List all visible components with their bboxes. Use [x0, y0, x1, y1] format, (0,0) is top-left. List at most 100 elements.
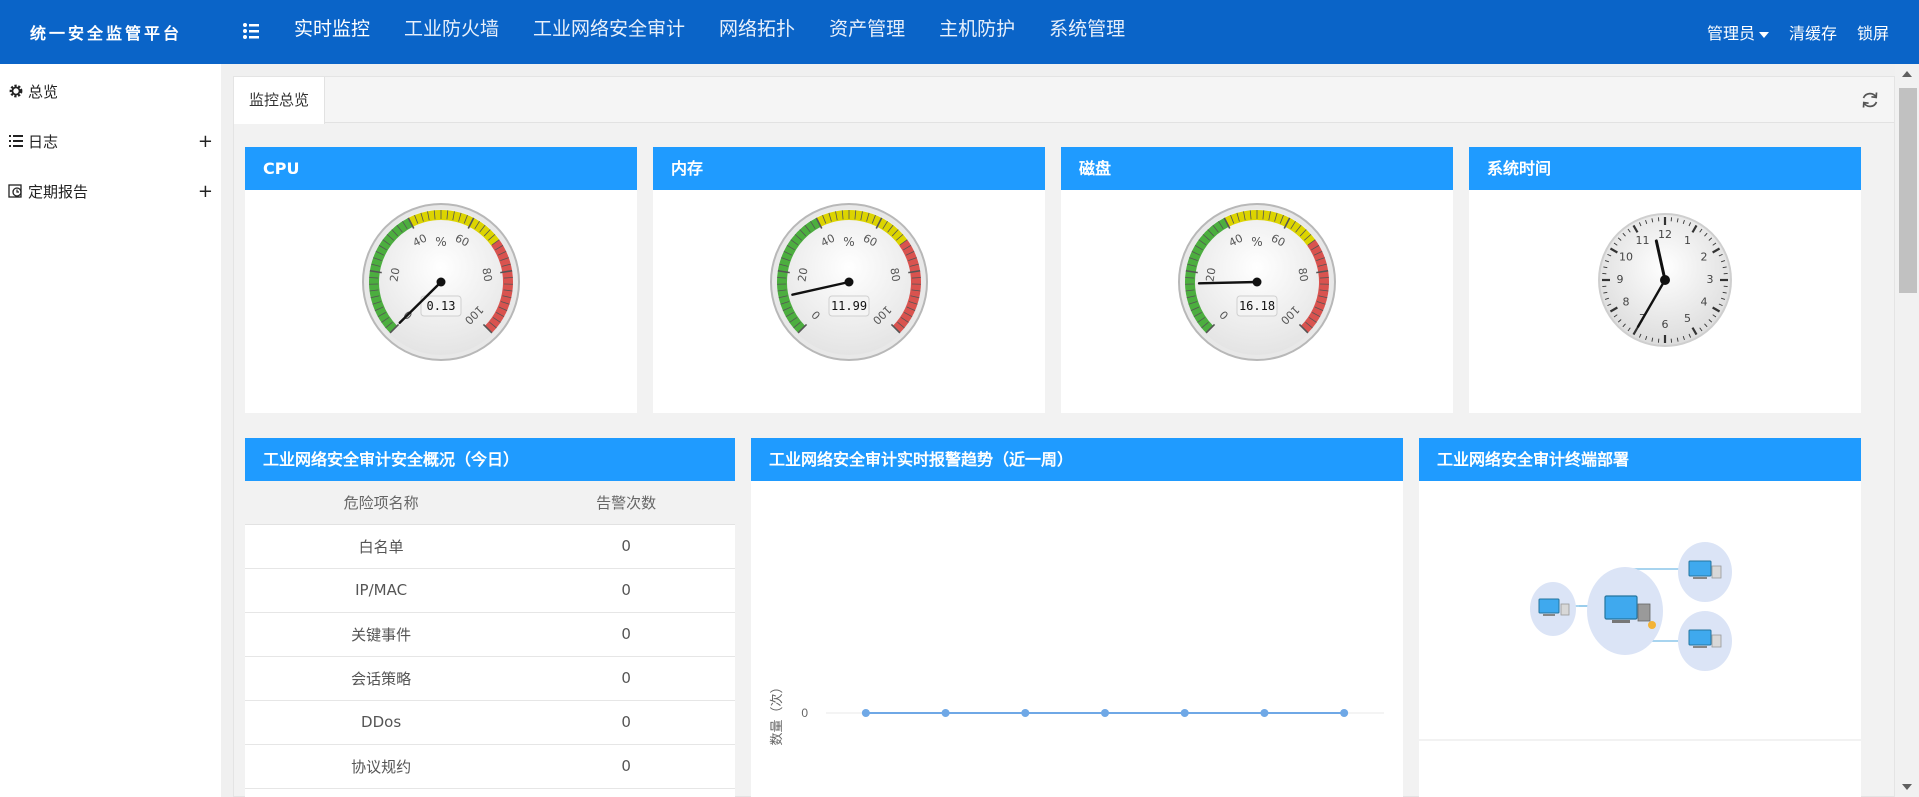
column-header: 告警次数: [517, 481, 735, 525]
clock-hub: [1660, 275, 1670, 285]
table-row: 协议规约 0: [245, 744, 735, 789]
sidebar-item-overview[interactable]: 总览: [8, 78, 213, 104]
expand-plus-icon[interactable]: +: [198, 181, 213, 202]
panel-title: 磁盘: [1061, 147, 1453, 190]
refresh-icon[interactable]: [1860, 90, 1880, 110]
sidebar-item-reports[interactable]: 定期报告 +: [8, 178, 213, 204]
table-header-row: 危险项名称 告警次数: [245, 481, 735, 525]
clock-number: 8: [1623, 296, 1630, 309]
alert-count-cell: 0: [517, 568, 735, 613]
disk-gauge: 02040 6080100%16.18: [1178, 203, 1336, 361]
chevron-down-icon: [1758, 31, 1769, 38]
data-point[interactable]: [1340, 709, 1349, 717]
clock-number: 10: [1619, 251, 1633, 264]
app-title: 统一安全监管平台: [30, 24, 183, 43]
data-point[interactable]: [1101, 709, 1109, 717]
alert-count-cell: 0: [517, 656, 735, 701]
data-point[interactable]: [1180, 709, 1189, 717]
clock-number: 12: [1658, 228, 1672, 241]
vertical-scrollbar[interactable]: [1895, 64, 1919, 797]
risk-name-cell: 协议规约: [245, 744, 518, 789]
sidebar-item-label: 日志: [28, 132, 59, 151]
clock-number: 6: [1662, 318, 1669, 331]
data-point[interactable]: [1021, 709, 1030, 717]
gauge-tick: [1185, 277, 1195, 279]
y-tick-label: 0: [801, 706, 808, 720]
clear-cache-button[interactable]: 清缓存: [1789, 20, 1837, 44]
alert-count-cell: 0: [517, 700, 735, 745]
expand-plus-icon[interactable]: +: [198, 131, 213, 152]
gauge-unit: %: [843, 235, 854, 249]
cpu-panel: CPU 020406080100%0.13: [245, 147, 637, 413]
central-server-icon: [1587, 567, 1663, 655]
risk-name-cell: 关键事件: [245, 612, 518, 657]
gauge-tick-label: 20: [1204, 267, 1219, 283]
panel-title: 工业网络安全审计实时报警趋势（近一周）: [751, 438, 1403, 481]
main-content: 监控总览 CPU 020406080100%0.13 内存 0204060801…: [233, 76, 1895, 797]
table-row: DDos 0: [245, 700, 735, 745]
gauge-tick: [911, 277, 921, 279]
menu-toggle-icon[interactable]: [240, 20, 262, 42]
system-time-panel: 系统时间 121234567891011: [1469, 147, 1861, 413]
clock-number: 5: [1684, 312, 1691, 325]
data-point[interactable]: [941, 709, 950, 717]
nav-network-audit[interactable]: 工业网络安全审计: [533, 0, 685, 64]
list-icon: [9, 135, 23, 147]
scrollbar-thumb[interactable]: [1899, 88, 1917, 293]
scroll-up-icon[interactable]: [1902, 71, 1912, 77]
panel-title: 工业网络安全审计安全概况（今日）: [245, 438, 735, 481]
admin-menu[interactable]: 管理员: [1707, 20, 1769, 44]
risk-name-cell: IP/MAC: [245, 568, 518, 613]
data-point[interactable]: [861, 709, 870, 717]
local-terminal-icon: [1530, 582, 1576, 636]
nav-system-management[interactable]: 系统管理: [1049, 0, 1125, 64]
audit-overview-panel: 工业网络安全审计安全概况（今日） 危险项名称 告警次数 白名单 0 IP/MAC 0…: [245, 438, 735, 797]
terminal-node-icon: [1678, 611, 1732, 671]
tab-bar: 监控总览: [234, 77, 1894, 124]
table-row: 白名单 0: [245, 524, 735, 569]
scroll-down-icon[interactable]: [1902, 784, 1912, 790]
table-row: 关键事件 0: [245, 612, 735, 657]
gauge-needle: [1197, 280, 1259, 285]
audit-table: 危险项名称 告警次数 白名单 0 IP/MAC 0 关键事件 0 会话策略 0 DDos…: [245, 481, 735, 789]
nav-realtime-monitor[interactable]: 实时监控: [294, 0, 370, 64]
analog-clock: 121234567891011: [1598, 213, 1732, 347]
alert-count-cell: 0: [517, 524, 735, 569]
gauge-tick-label: 20: [388, 267, 403, 283]
main-nav: 实时监控 工业防火墙 工业网络安全审计 网络拓扑 资产管理 主机防护 系统管理: [294, 0, 1159, 64]
gauge-tick: [369, 277, 379, 279]
tab-monitor-overview[interactable]: 监控总览: [234, 77, 326, 124]
gear-icon: [9, 84, 23, 98]
sidebar-item-label: 总览: [28, 82, 59, 101]
nav-host-protection[interactable]: 主机防护: [939, 0, 1015, 64]
alert-trend-chart: 数量（次） 0: [769, 680, 1384, 746]
top-navbar: 统一安全监管平台 实时监控 工业防火墙 工业网络安全审计 网络拓扑 资产管理 主…: [0, 0, 1919, 64]
clock-number: 1: [1684, 234, 1691, 247]
panel-title: 系统时间: [1469, 147, 1861, 190]
sidebar-item-logs[interactable]: 日志 +: [8, 128, 213, 154]
terminal-node-icon: [1678, 542, 1732, 602]
risk-name-cell: 白名单: [245, 524, 518, 569]
column-header: 危险项名称: [245, 481, 518, 525]
lock-screen-button[interactable]: 锁屏: [1857, 20, 1889, 44]
nav-industrial-firewall[interactable]: 工业防火墙: [404, 0, 499, 64]
gauge-tick-label: 80: [887, 267, 902, 283]
gauge-hub: [436, 277, 446, 287]
data-point[interactable]: [1260, 709, 1269, 717]
terminal-topology-diagram: [1419, 542, 1861, 741]
gauge-tick-label: 80: [479, 267, 494, 283]
gauge-unit: %: [1251, 235, 1262, 249]
alert-count-cell: 0: [517, 612, 735, 657]
gauge-hub: [1252, 277, 1262, 287]
clock-number: 11: [1636, 234, 1650, 247]
nav-network-topology[interactable]: 网络拓扑: [719, 0, 795, 64]
panel-title: 内存: [653, 147, 1045, 190]
risk-name-cell: 会话策略: [245, 656, 518, 701]
risk-name-cell: DDos: [245, 700, 518, 745]
nav-asset-management[interactable]: 资产管理: [829, 0, 905, 64]
y-axis-label: 数量（次）: [769, 680, 784, 745]
clock-number: 9: [1617, 273, 1624, 286]
gauge-tick: [1319, 277, 1329, 279]
table-row: IP/MAC 0: [245, 568, 735, 613]
gauge-tick: [777, 277, 787, 279]
